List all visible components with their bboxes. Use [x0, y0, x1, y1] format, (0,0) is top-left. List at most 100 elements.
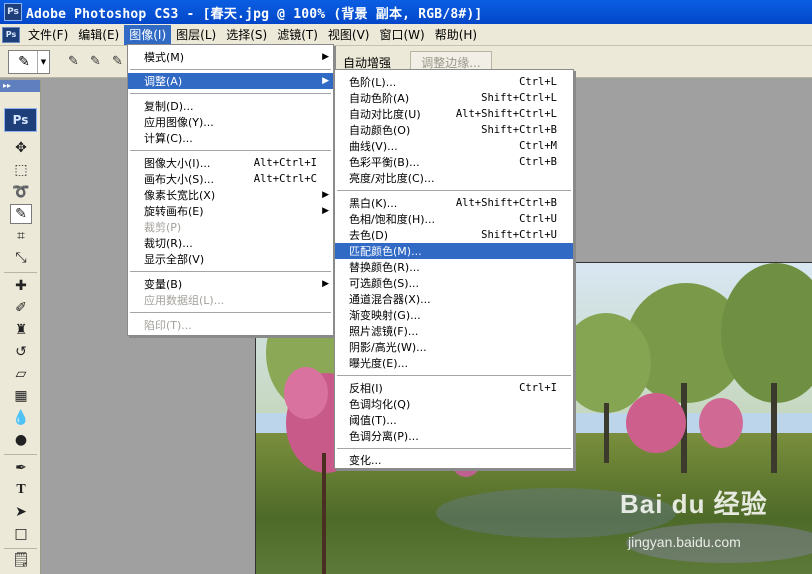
menu-filter[interactable]: 滤镜(T) — [272, 25, 323, 45]
quick-selection-tool-icon[interactable]: ✎ — [10, 204, 32, 224]
menu-view[interactable]: 视图(V) — [323, 25, 375, 45]
menu-item-trim[interactable]: 裁切(R)... — [128, 235, 333, 251]
shape-tool-icon[interactable]: □ — [10, 524, 32, 544]
menu-item-levels[interactable]: 色阶(L)... Ctrl+L — [335, 74, 573, 90]
submenu-arrow-icon: ▶ — [322, 76, 329, 86]
menu-item-auto-color[interactable]: 自动颜色(O) Shift+Ctrl+B — [335, 122, 573, 138]
menu-item-apply-data-set: 应用数据组(L)... — [144, 294, 225, 307]
menu-item-apply-image[interactable]: 应用图像(Y)... — [128, 114, 333, 130]
baidu-jingyan-watermark: Bai du 经验 jingyan.baidu.com — [620, 484, 810, 564]
dodge-tool-icon[interactable]: ● — [10, 430, 32, 450]
menu-item-calculations[interactable]: 计算(C)... — [128, 130, 333, 146]
menu-item-pixel-aspect-ratio[interactable]: 像素长宽比(X) ▶ — [128, 187, 333, 203]
menu-item-black-white[interactable]: 黑白(K)... Alt+Shift+Ctrl+B — [335, 195, 573, 211]
menu-item-duplicate[interactable]: 复制(D)... — [128, 98, 333, 114]
menu-item-adjustments[interactable]: 调整(A) ▶ — [128, 73, 333, 89]
menu-image[interactable]: 图像(I) — [124, 24, 172, 45]
eyedropper-tool-icon[interactable]: ⤡ — [10, 248, 32, 268]
menu-edit[interactable]: 编辑(E) — [73, 25, 124, 45]
submenu-arrow-icon: ▶ — [322, 279, 329, 289]
window-title: Adobe Photoshop CS3 - [春天.jpg @ 100% (背景… — [26, 6, 483, 22]
eraser-tool-icon[interactable]: ▱ — [10, 364, 32, 384]
menu-item-selective-color[interactable]: 可选颜色(S)... — [335, 275, 573, 291]
menu-bar: Ps 文件(F) 编辑(E) 图像(I) 图层(L) 选择(S) 滤镜(T) 视… — [0, 24, 812, 46]
menu-item-exposure[interactable]: 曝光度(E)... — [335, 355, 573, 371]
submenu-arrow-icon: ▶ — [322, 52, 329, 62]
menu-item-reveal-all[interactable]: 显示全部(V) — [128, 251, 333, 267]
lasso-tool-icon[interactable]: ➰ — [10, 182, 32, 202]
new-selection-icon[interactable]: ✎ — [68, 54, 79, 69]
menu-item-match-color[interactable]: 匹配颜色(M)... — [335, 243, 573, 259]
toolbox-divider — [4, 548, 37, 549]
tool-preset-picker[interactable]: ✎ ▼ — [8, 50, 50, 74]
menu-item-invert[interactable]: 反相(I) Ctrl+I — [335, 380, 573, 396]
notes-tool-icon[interactable]: 🗒 — [10, 550, 32, 570]
chevron-down-icon: ▼ — [37, 51, 49, 73]
path-selection-tool-icon[interactable]: ➤ — [10, 502, 32, 522]
brush-tool-icon[interactable]: ✐ — [10, 298, 32, 318]
menu-separator — [337, 190, 571, 191]
menu-item-variables[interactable]: 变量(B) ▶ — [128, 276, 333, 292]
gradient-tool-icon[interactable]: ▦ — [10, 386, 32, 406]
move-tool-icon[interactable]: ✥ — [10, 138, 32, 158]
photoshop-logo: Ps — [4, 108, 37, 132]
type-tool-icon[interactable]: T — [10, 480, 32, 500]
blur-tool-icon[interactable]: 💧 — [10, 408, 32, 428]
toolbox-grip[interactable]: ▸▸ — [0, 80, 40, 92]
menu-item-color-balance[interactable]: 色彩平衡(B)... Ctrl+B — [335, 154, 573, 170]
menu-item-posterize[interactable]: 色调分离(P)... — [335, 428, 573, 444]
healing-brush-tool-icon[interactable]: ✚ — [10, 276, 32, 296]
adjustments-submenu: 色阶(L)... Ctrl+L 自动色阶(A) Shift+Ctrl+L 自动对… — [334, 69, 574, 469]
menu-item-channel-mixer[interactable]: 通道混合器(X)... — [335, 291, 573, 307]
menu-item-shadow-highlight[interactable]: 阴影/高光(W)... — [335, 339, 573, 355]
menu-item-mode[interactable]: 模式(M) ▶ — [128, 49, 333, 65]
quick-selection-icon: ✎ — [18, 54, 30, 70]
menu-item-replace-color[interactable]: 替换颜色(R)... — [335, 259, 573, 275]
menu-item-variations[interactable]: 变化... — [335, 452, 573, 468]
pen-tool-icon[interactable]: ✒ — [10, 458, 32, 478]
menu-item-curves[interactable]: 曲线(V)... Ctrl+M — [335, 138, 573, 154]
menu-item-photo-filter[interactable]: 照片滤镜(F)... — [335, 323, 573, 339]
history-brush-tool-icon[interactable]: ↺ — [10, 342, 32, 362]
title-bar: Ps Adobe Photoshop CS3 - [春天.jpg @ 100% … — [0, 0, 812, 24]
toolbox-divider — [4, 454, 37, 455]
menu-separator — [130, 69, 331, 70]
add-to-selection-icon[interactable]: ✎ — [90, 54, 101, 69]
menu-item-trap: 陷印(T)... — [144, 319, 192, 332]
menu-separator — [130, 93, 331, 94]
menu-item-threshold[interactable]: 阈值(T)... — [335, 412, 573, 428]
toolbox-divider — [4, 272, 37, 273]
menu-separator — [130, 312, 331, 313]
watermark-logo: Bai du 经验 — [620, 489, 768, 519]
menu-separator — [337, 448, 571, 449]
watermark-url: jingyan.baidu.com — [628, 534, 741, 550]
submenu-arrow-icon: ▶ — [322, 206, 329, 216]
menu-help[interactable]: 帮助(H) — [430, 25, 482, 45]
menu-item-desaturate[interactable]: 去色(D) Shift+Ctrl+U — [335, 227, 573, 243]
menu-item-gradient-map[interactable]: 渐变映射(G)... — [335, 307, 573, 323]
menu-separator — [130, 271, 331, 272]
menu-item-rotate-canvas[interactable]: 旋转画布(E) ▶ — [128, 203, 333, 219]
menu-item-equalize[interactable]: 色调均化(Q) — [335, 396, 573, 412]
document-icon[interactable]: Ps — [2, 26, 20, 43]
subtract-from-selection-icon[interactable]: ✎ — [112, 54, 123, 69]
submenu-arrow-icon: ▶ — [322, 190, 329, 200]
menu-select[interactable]: 选择(S) — [221, 25, 272, 45]
clone-stamp-tool-icon[interactable]: ♜ — [10, 320, 32, 340]
menu-item-image-size[interactable]: 图像大小(I)... Alt+Ctrl+I — [128, 155, 333, 171]
marquee-tool-icon[interactable]: ⬚ — [10, 160, 32, 180]
menu-item-auto-contrast[interactable]: 自动对比度(U) Alt+Shift+Ctrl+L — [335, 106, 573, 122]
menu-item-hue-saturation[interactable]: 色相/饱和度(H)... Ctrl+U — [335, 211, 573, 227]
menu-item-canvas-size[interactable]: 画布大小(S)... Alt+Ctrl+C — [128, 171, 333, 187]
menu-separator — [337, 375, 571, 376]
menu-item-crop: 裁剪(P) — [144, 221, 182, 234]
crop-tool-icon[interactable]: ⌗ — [10, 226, 32, 246]
image-menu: 模式(M) ▶ 调整(A) ▶ 复制(D)... 应用图像(Y)... 计算(C… — [127, 44, 334, 336]
menu-window[interactable]: 窗口(W) — [374, 25, 429, 45]
menu-item-brightness-contrast[interactable]: 亮度/对比度(C)... — [335, 170, 573, 186]
toolbox: ▸▸ Ps ✥ ⬚ ➰ ✎ ⌗ ⤡ ✚ ✐ ♜ ↺ ▱ ▦ 💧 ● ✒ T ➤ … — [0, 80, 41, 574]
menu-file[interactable]: 文件(F) — [23, 25, 73, 45]
photoshop-app-icon: Ps — [4, 3, 22, 21]
menu-item-auto-levels[interactable]: 自动色阶(A) Shift+Ctrl+L — [335, 90, 573, 106]
menu-layer[interactable]: 图层(L) — [171, 25, 221, 45]
